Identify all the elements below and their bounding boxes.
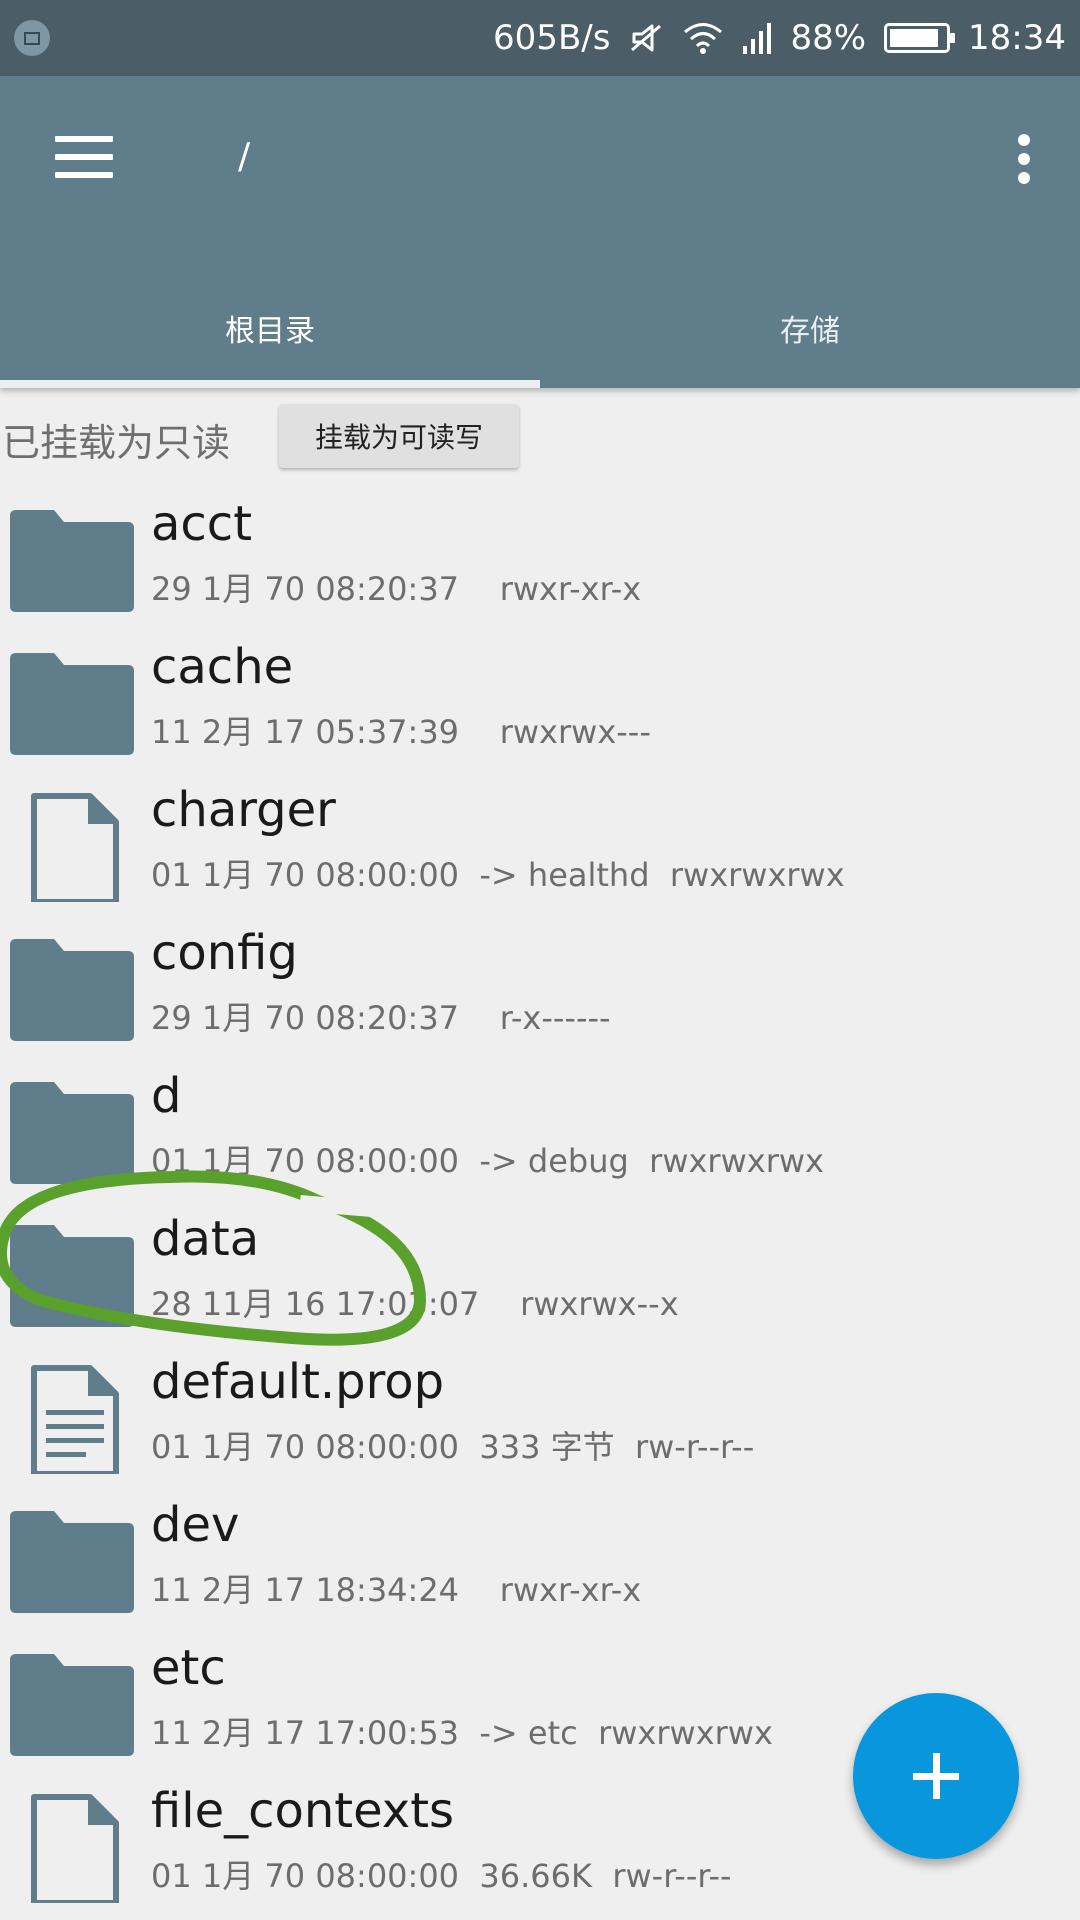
mount-read-write-button[interactable]: 挂载为可读写 [279, 404, 519, 468]
file-icon [10, 792, 134, 905]
file-row[interactable]: default.prop 01 1月 70 08:00:00 333 字节 rw-… [0, 1338, 1080, 1481]
current-path: / [238, 136, 251, 177]
wifi-icon [684, 23, 723, 54]
file-name: cache [151, 639, 294, 695]
file-row[interactable]: acct 29 1月 70 08:20:37 rwxr-xr-x [0, 480, 1080, 623]
file-name: etc [151, 1640, 226, 1696]
file-name: default.prop [151, 1354, 445, 1410]
file-meta: 01 1月 70 08:00:00 -> debug rwxrwxrwx [151, 1142, 824, 1180]
battery-percent: 88% [790, 18, 867, 58]
file-meta: 01 1月 70 08:00:00 -> healthd rwxrwxrwx [151, 856, 845, 894]
file-name: data [151, 1211, 260, 1267]
file-name: config [151, 925, 298, 981]
file-icon [10, 1793, 134, 1906]
add-fab-button[interactable] [853, 1693, 1019, 1859]
mute-icon [631, 24, 662, 52]
tab-indicator [0, 380, 540, 388]
mount-status-text: 已挂载为只读 [2, 421, 231, 465]
file-name: d [151, 1068, 182, 1124]
folder-icon [10, 1507, 134, 1617]
folder-icon [10, 1650, 134, 1760]
status-indicators: 605B/s 88% 18:34 [493, 0, 1066, 76]
folder-icon [10, 649, 134, 759]
folder-icon [10, 1078, 134, 1188]
file-row[interactable]: dev 11 2月 17 18:34:24 rwxr-xr-x [0, 1481, 1080, 1624]
file-meta: 11 2月 17 18:34:24 rwxr-xr-x [151, 1571, 642, 1609]
file-meta: 29 1月 70 08:20:37 rwxr-xr-x [151, 570, 642, 608]
tab-storage-label: 存储 [780, 314, 840, 349]
folder-icon [10, 506, 134, 616]
tab-root-label: 根目录 [225, 314, 315, 349]
clock: 18:34 [968, 18, 1066, 58]
screenshot-notification-icon [14, 20, 50, 56]
status-bar: 605B/s 88% 18:34 [0, 0, 1080, 76]
app-bar: / 根目录 存储 [0, 76, 1080, 388]
file-meta: 11 2月 17 17:00:53 -> etc rwxrwxrwx [151, 1714, 773, 1752]
tab-storage[interactable]: 存储 [540, 268, 1080, 388]
file-row[interactable]: d 01 1月 70 08:00:00 -> debug rwxrwxrwx [0, 1052, 1080, 1195]
text-file-icon [10, 1364, 134, 1477]
folder-icon [10, 935, 134, 1045]
battery-icon [884, 23, 956, 53]
file-name: charger [151, 782, 336, 838]
file-name: file_contexts [151, 1783, 455, 1839]
file-row[interactable]: config 29 1月 70 08:20:37 r-x------ [0, 909, 1080, 1052]
file-name: acct [151, 496, 253, 552]
file-meta: 11 2月 17 05:37:39 rwxrwx--- [151, 713, 651, 751]
file-meta: 29 1月 70 08:20:37 r-x------ [151, 999, 611, 1037]
folder-icon [10, 1221, 134, 1331]
file-meta: 28 11月 16 17:03:07 rwxrwx--x [151, 1285, 679, 1323]
more-options-icon[interactable] [1014, 134, 1034, 184]
mount-status-row: 已挂载为只读 挂载为可读写 [0, 404, 1080, 474]
file-row[interactable]: charger 01 1月 70 08:00:00 -> healthd rwxr… [0, 766, 1080, 909]
file-meta: 01 1月 70 08:00:00 36.66K rw-r--r-- [151, 1857, 732, 1895]
signal-icon [743, 23, 772, 54]
menu-icon[interactable] [55, 136, 113, 178]
file-name: dev [151, 1497, 240, 1553]
file-row[interactable]: data 28 11月 16 17:03:07 rwxrwx--x [0, 1195, 1080, 1338]
tab-root-directory[interactable]: 根目录 [0, 268, 540, 388]
file-meta: 01 1月 70 08:00:00 333 字节 rw-r--r-- [151, 1428, 755, 1466]
network-speed: 605B/s [493, 18, 611, 58]
file-row[interactable]: cache 11 2月 17 05:37:39 rwxrwx--- [0, 623, 1080, 766]
